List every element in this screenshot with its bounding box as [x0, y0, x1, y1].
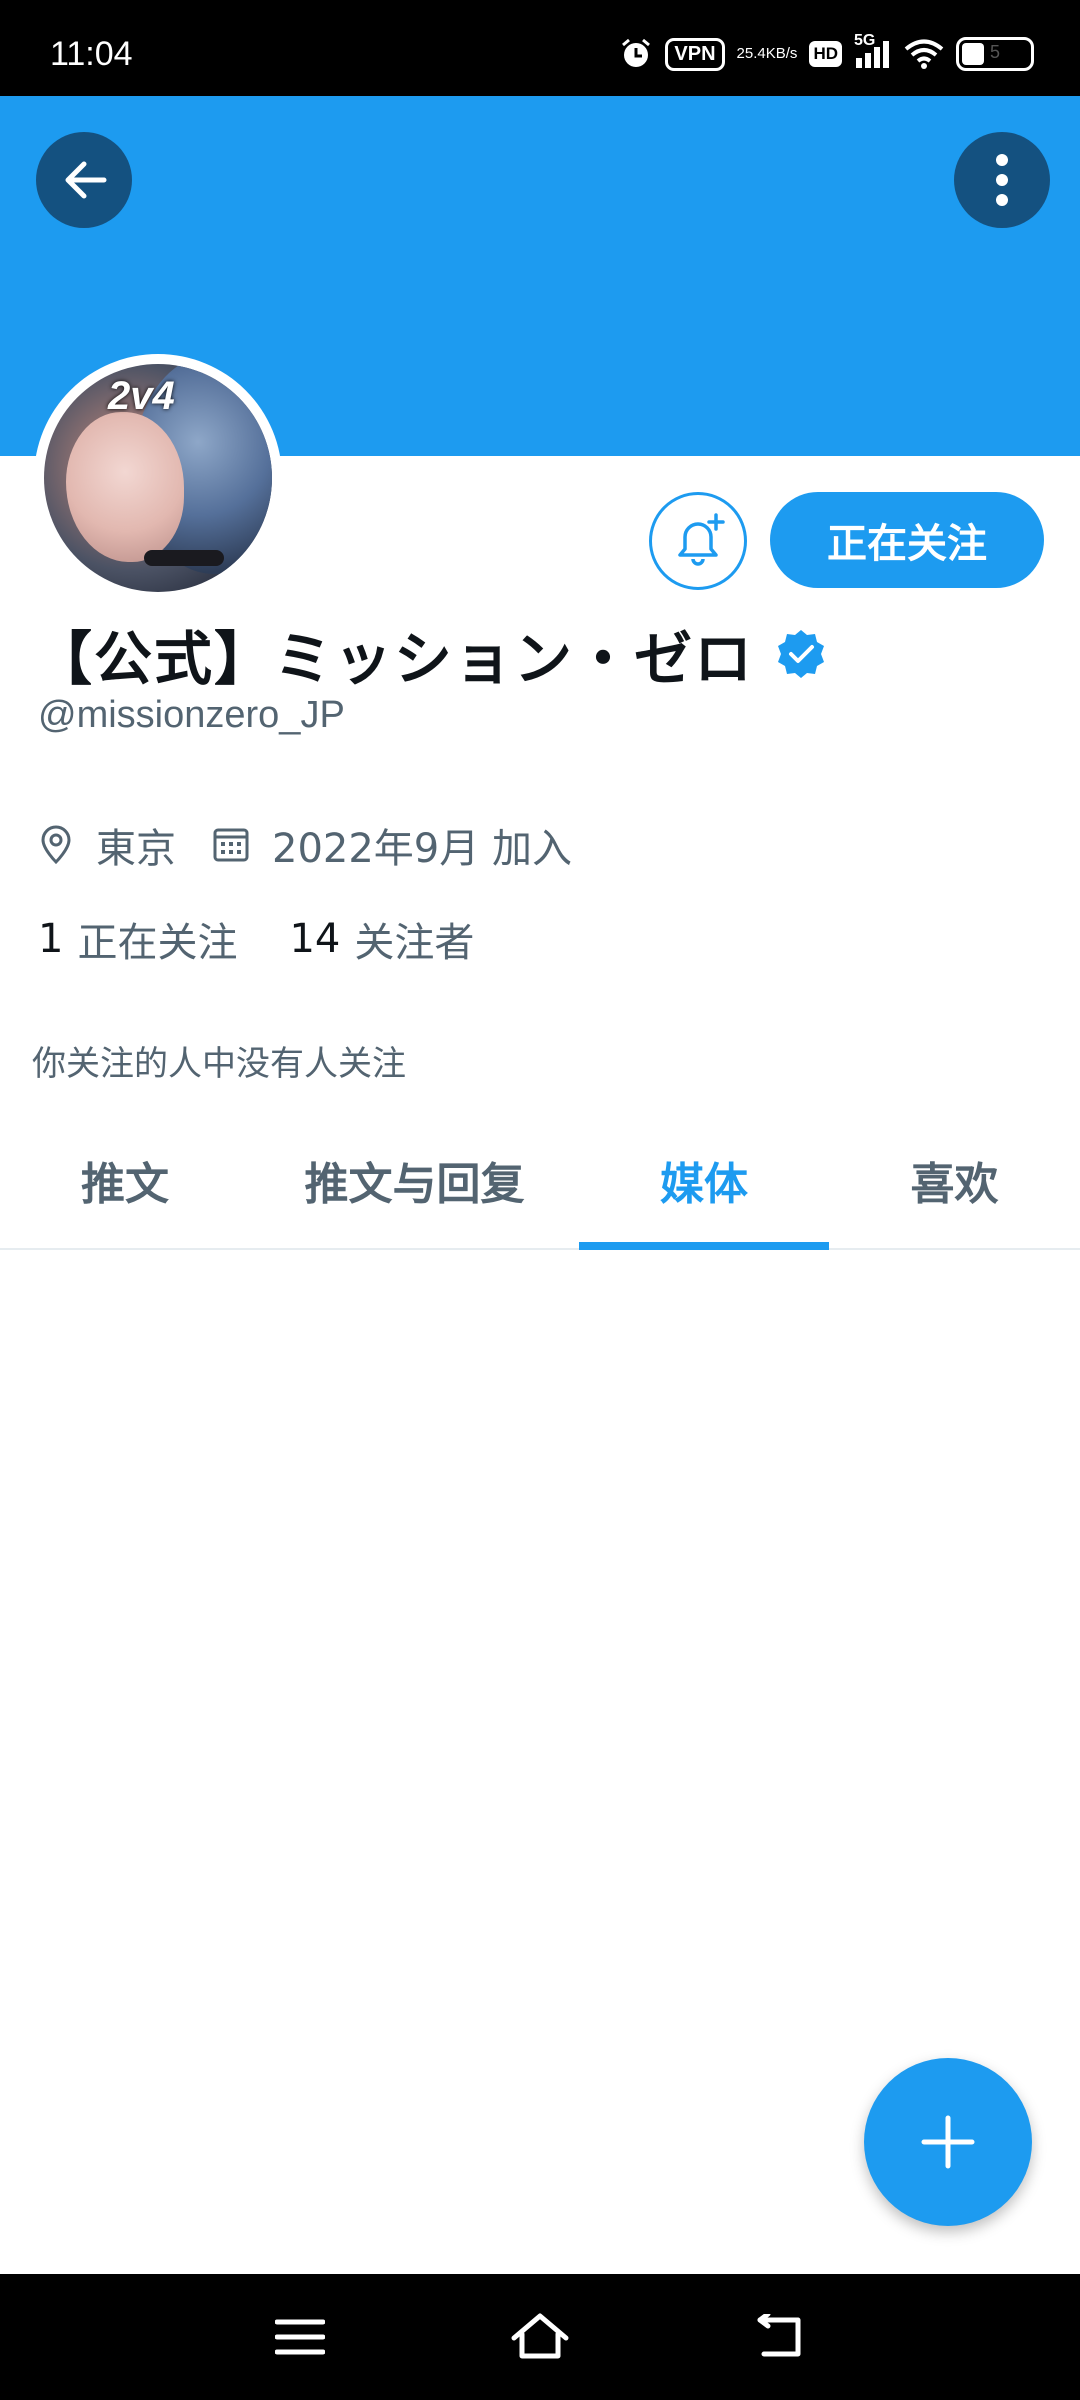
alarm-icon	[619, 37, 653, 71]
user-handle: @missionzero_JP	[38, 694, 345, 736]
location-text: 東京	[96, 826, 176, 872]
notify-button[interactable]	[649, 492, 747, 590]
menu-button[interactable]	[265, 2302, 335, 2372]
menu-icon	[275, 2319, 325, 2355]
follow-counts: 1 正在关注 14 关注者	[38, 910, 526, 968]
location: 東京	[38, 816, 176, 874]
status-time: 11:04	[50, 35, 133, 73]
more-options-button[interactable]	[954, 132, 1050, 228]
tab-tweets-replies[interactable]: 推文与回复	[250, 1112, 579, 1248]
following-button[interactable]: 正在关注	[770, 492, 1044, 588]
following-count: 1	[38, 916, 64, 962]
followers-you-know: 你关注的人中没有人关注	[32, 1044, 406, 1084]
arrow-left-icon	[65, 161, 107, 199]
status-icons: VPN 25.4 KB/s HD 5G 5	[619, 28, 1034, 80]
followers-count: 14	[289, 916, 341, 962]
network-speed: 25.4 KB/s	[737, 46, 798, 62]
back-nav-button[interactable]	[745, 2302, 815, 2372]
back-button[interactable]	[36, 132, 132, 228]
hd-icon: HD	[809, 41, 842, 67]
profile-meta: 東京 2022年9月 加入	[38, 816, 608, 874]
plus-icon	[921, 2115, 975, 2169]
tab-tweets[interactable]: 推文	[0, 1112, 250, 1248]
display-name-text: 【公式】ミッション・ゼロ	[34, 625, 755, 693]
home-icon	[511, 2313, 569, 2359]
speed-unit: KB/s	[765, 45, 798, 62]
display-name: 【公式】ミッション・ゼロ	[34, 612, 828, 696]
calendar-icon	[213, 828, 249, 862]
join-date: 2022年9月 加入	[212, 816, 572, 874]
network-type: 5G	[854, 32, 876, 49]
followers-count-link[interactable]: 14 关注者	[289, 910, 474, 968]
following-count-link[interactable]: 1 正在关注	[38, 910, 237, 968]
followers-label: 关注者	[354, 920, 475, 966]
avatar-logo-text: 2v4	[108, 374, 175, 418]
location-pin-icon	[41, 825, 71, 865]
status-bar: 11:04 VPN 25.4 KB/s HD 5G 5	[0, 0, 1080, 96]
avatar-image: 2v4	[44, 364, 272, 592]
join-date-text: 2022年9月 加入	[272, 826, 572, 872]
battery-level: 5	[989, 42, 1000, 62]
speed-value: 25.4	[736, 45, 766, 62]
avatar[interactable]: 2v4	[34, 354, 282, 602]
profile-tabs: 推文 推文与回复 媒体 喜欢	[0, 1112, 1080, 1250]
tab-likes[interactable]: 喜欢	[829, 1112, 1080, 1248]
system-nav-bar	[0, 2274, 1080, 2400]
tab-media[interactable]: 媒体	[579, 1112, 829, 1250]
verified-badge-icon	[774, 627, 828, 681]
battery-icon: 5	[956, 37, 1034, 71]
compose-button[interactable]	[864, 2058, 1032, 2226]
bell-plus-icon	[678, 513, 725, 566]
following-label: 正在关注	[77, 920, 238, 966]
home-button[interactable]	[505, 2302, 575, 2372]
signal-icon: 5G	[854, 32, 892, 70]
more-vertical-icon	[996, 154, 1008, 206]
wifi-icon	[904, 38, 944, 70]
back-icon	[757, 2314, 801, 2357]
vpn-icon: VPN	[665, 37, 725, 71]
